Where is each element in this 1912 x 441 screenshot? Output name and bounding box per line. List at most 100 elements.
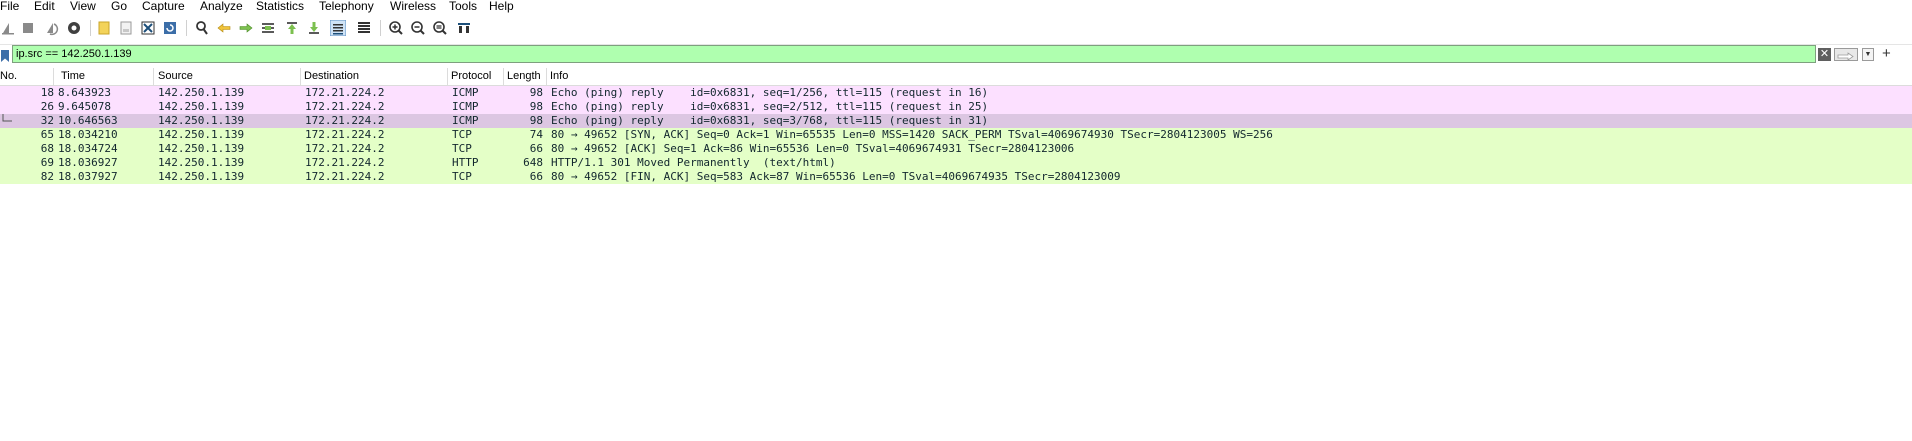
reload-file-icon[interactable] [162, 20, 178, 36]
auto-scroll-icon[interactable] [330, 20, 346, 36]
packet-protocol: ICMP [452, 114, 479, 127]
go-to-last-icon[interactable] [306, 20, 322, 36]
packet-length: 648 [523, 156, 543, 169]
packet-source: 142.250.1.139 [158, 100, 245, 113]
menu-analyze[interactable]: Analyze [200, 0, 243, 14]
packet-destination: 172.21.224.2 [305, 100, 385, 113]
zoom-in-icon[interactable] [388, 20, 404, 36]
packet-row[interactable]: 69 18.036927 142.250.1.139 172.21.224.2 HTTP… [0, 156, 1912, 170]
packet-number: 69 [40, 156, 54, 169]
packet-length: 74 [529, 128, 543, 141]
restart-capture-icon[interactable] [44, 20, 60, 36]
stop-capture-icon[interactable] [20, 20, 36, 36]
column-header-protocol[interactable]: Protocol [448, 68, 504, 85]
menu-edit[interactable]: Edit [34, 0, 55, 14]
packet-number: 26 [40, 100, 54, 113]
toolbar-separator [380, 20, 381, 36]
packet-source: 142.250.1.139 [158, 86, 245, 99]
main-toolbar [0, 14, 1912, 45]
resize-columns-icon[interactable] [456, 20, 472, 36]
add-filter-button-icon[interactable]: + [1882, 46, 1891, 62]
packet-time: 18.037927 [58, 170, 118, 183]
open-file-icon[interactable] [96, 20, 112, 36]
packet-destination: 172.21.224.2 [305, 142, 385, 155]
filter-bookmark-icon[interactable] [0, 49, 10, 62]
packet-protocol: ICMP [452, 86, 479, 99]
packet-info: Echo (ping) reply id=0x6831, seq=2/512, … [551, 100, 989, 113]
packet-time: 9.645078 [58, 100, 111, 113]
menu-help[interactable]: Help [489, 0, 514, 14]
packet-row[interactable]: 68 18.034724 142.250.1.139 172.21.224.2 TCP 6… [0, 142, 1912, 156]
close-file-icon[interactable] [140, 20, 156, 36]
packet-row[interactable]: 32 10.646563 142.250.1.139 172.21.224.2 ICMP… [0, 114, 1912, 128]
packet-info: Echo (ping) reply id=0x6831, seq=3/768, … [551, 114, 989, 127]
menu-view[interactable]: View [70, 0, 96, 14]
packet-row[interactable]: 18 8.643923 142.250.1.139 172.21.224.2 ICMP 9… [0, 86, 1912, 100]
packet-time: 10.646563 [58, 114, 118, 127]
go-to-packet-icon[interactable] [260, 20, 276, 36]
packet-destination: 172.21.224.2 [305, 128, 385, 141]
packet-length: 98 [529, 86, 543, 99]
packet-protocol: TCP [452, 142, 472, 155]
normal-size-icon[interactable] [432, 20, 448, 36]
packet-time: 18.036927 [58, 156, 118, 169]
packet-destination: 172.21.224.2 [305, 156, 385, 169]
zoom-out-icon[interactable] [410, 20, 426, 36]
packet-row[interactable]: 82 18.037927 142.250.1.139 172.21.224.2 TCP 6… [0, 170, 1912, 184]
go-forward-icon[interactable] [238, 20, 254, 36]
capture-options-icon[interactable] [66, 20, 82, 36]
packet-time: 8.643923 [58, 86, 111, 99]
packet-destination: 172.21.224.2 [305, 170, 385, 183]
packet-row[interactable]: 65 18.034210 142.250.1.139 172.21.224.2 TCP 7… [0, 128, 1912, 142]
packet-source: 142.250.1.139 [158, 142, 245, 155]
column-header-no[interactable]: No. [0, 68, 54, 85]
packet-destination: 172.21.224.2 [305, 114, 385, 127]
packet-info: Echo (ping) reply id=0x6831, seq=1/256, … [551, 86, 989, 99]
menu-telephony[interactable]: Telephony [319, 0, 374, 14]
packet-length: 66 [529, 142, 543, 155]
packet-info: 80 → 49652 [FIN, ACK] Seq=583 Ack=87 Win… [551, 170, 1121, 183]
column-header-destination[interactable]: Destination [301, 68, 448, 85]
packet-number: 65 [40, 128, 54, 141]
packet-destination: 172.21.224.2 [305, 86, 385, 99]
go-to-first-icon[interactable] [284, 20, 300, 36]
menu-go[interactable]: Go [111, 0, 127, 14]
colorize-icon[interactable] [356, 20, 372, 36]
column-header-source[interactable]: Source [155, 68, 301, 85]
packet-length: 98 [529, 100, 543, 113]
column-header-time[interactable]: Time [58, 68, 154, 85]
save-file-icon[interactable] [118, 20, 134, 36]
menu-statistics[interactable]: Statistics [256, 0, 304, 14]
packet-protocol: ICMP [452, 100, 479, 113]
toolbar-separator [90, 20, 91, 36]
shark-fin-start-icon[interactable] [0, 20, 16, 36]
column-header-length[interactable]: Length [504, 68, 547, 85]
packet-row[interactable]: 26 9.645078 142.250.1.139 172.21.224.2 ICMP 9… [0, 100, 1912, 114]
packet-source: 142.250.1.139 [158, 128, 245, 141]
toolbar-separator [186, 20, 187, 36]
packet-info: 80 → 49652 [ACK] Seq=1 Ack=86 Win=65536 … [551, 142, 1075, 155]
display-filter-bar: ✕ ▼ + [0, 45, 1912, 65]
packet-number: 68 [40, 142, 54, 155]
filter-history-dropdown[interactable]: ▼ [1862, 48, 1874, 61]
display-filter-input[interactable] [12, 45, 1816, 63]
go-back-icon[interactable] [216, 20, 232, 36]
packet-source: 142.250.1.139 [158, 156, 245, 169]
column-header-info[interactable]: Info [547, 68, 1912, 85]
packet-time: 18.034210 [58, 128, 118, 141]
menu-file[interactable]: File [0, 0, 19, 14]
find-packet-icon[interactable] [194, 20, 210, 36]
apply-filter-button[interactable] [1834, 48, 1858, 61]
menu-tools[interactable]: Tools [449, 0, 477, 14]
packet-protocol: TCP [452, 128, 472, 141]
packet-source: 142.250.1.139 [158, 114, 245, 127]
menu-wireless[interactable]: Wireless [390, 0, 436, 14]
packet-list: No. Time Source Destination Protocol Len… [0, 68, 1912, 441]
packet-number: 82 [40, 170, 54, 183]
packet-number: 18 [40, 86, 54, 99]
clear-filter-icon[interactable]: ✕ [1818, 48, 1831, 61]
packet-list-header: No. Time Source Destination Protocol Len… [0, 68, 1912, 86]
packet-time: 18.034724 [58, 142, 118, 155]
menu-capture[interactable]: Capture [142, 0, 185, 14]
packet-source: 142.250.1.139 [158, 170, 245, 183]
